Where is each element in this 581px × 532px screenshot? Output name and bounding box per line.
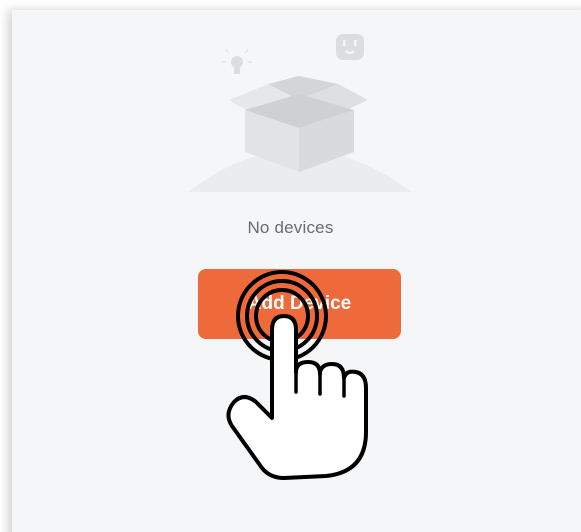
empty-devices-illustration (188, 34, 412, 192)
app-screen: No devices Add Device (0, 0, 581, 532)
add-device-button[interactable]: Add Device (198, 269, 401, 339)
empty-state-message: No devices (247, 218, 334, 237)
bulb-icon (222, 49, 252, 74)
plug-icon (336, 34, 364, 60)
open-box-icon (229, 76, 368, 172)
